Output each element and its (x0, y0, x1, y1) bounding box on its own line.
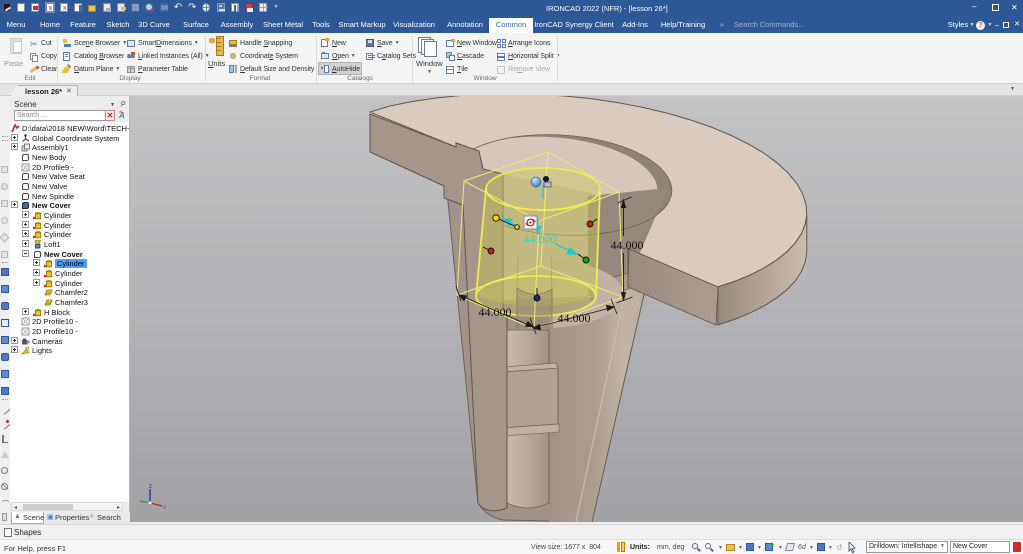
svg-text:44.000: 44.000 (524, 232, 557, 246)
svg-text:44.000: 44.000 (479, 305, 512, 319)
svg-text:z: z (149, 484, 152, 490)
svg-text:44.000: 44.000 (611, 238, 644, 252)
svg-text:44.000: 44.000 (558, 311, 591, 325)
svg-text:x: x (163, 505, 166, 511)
